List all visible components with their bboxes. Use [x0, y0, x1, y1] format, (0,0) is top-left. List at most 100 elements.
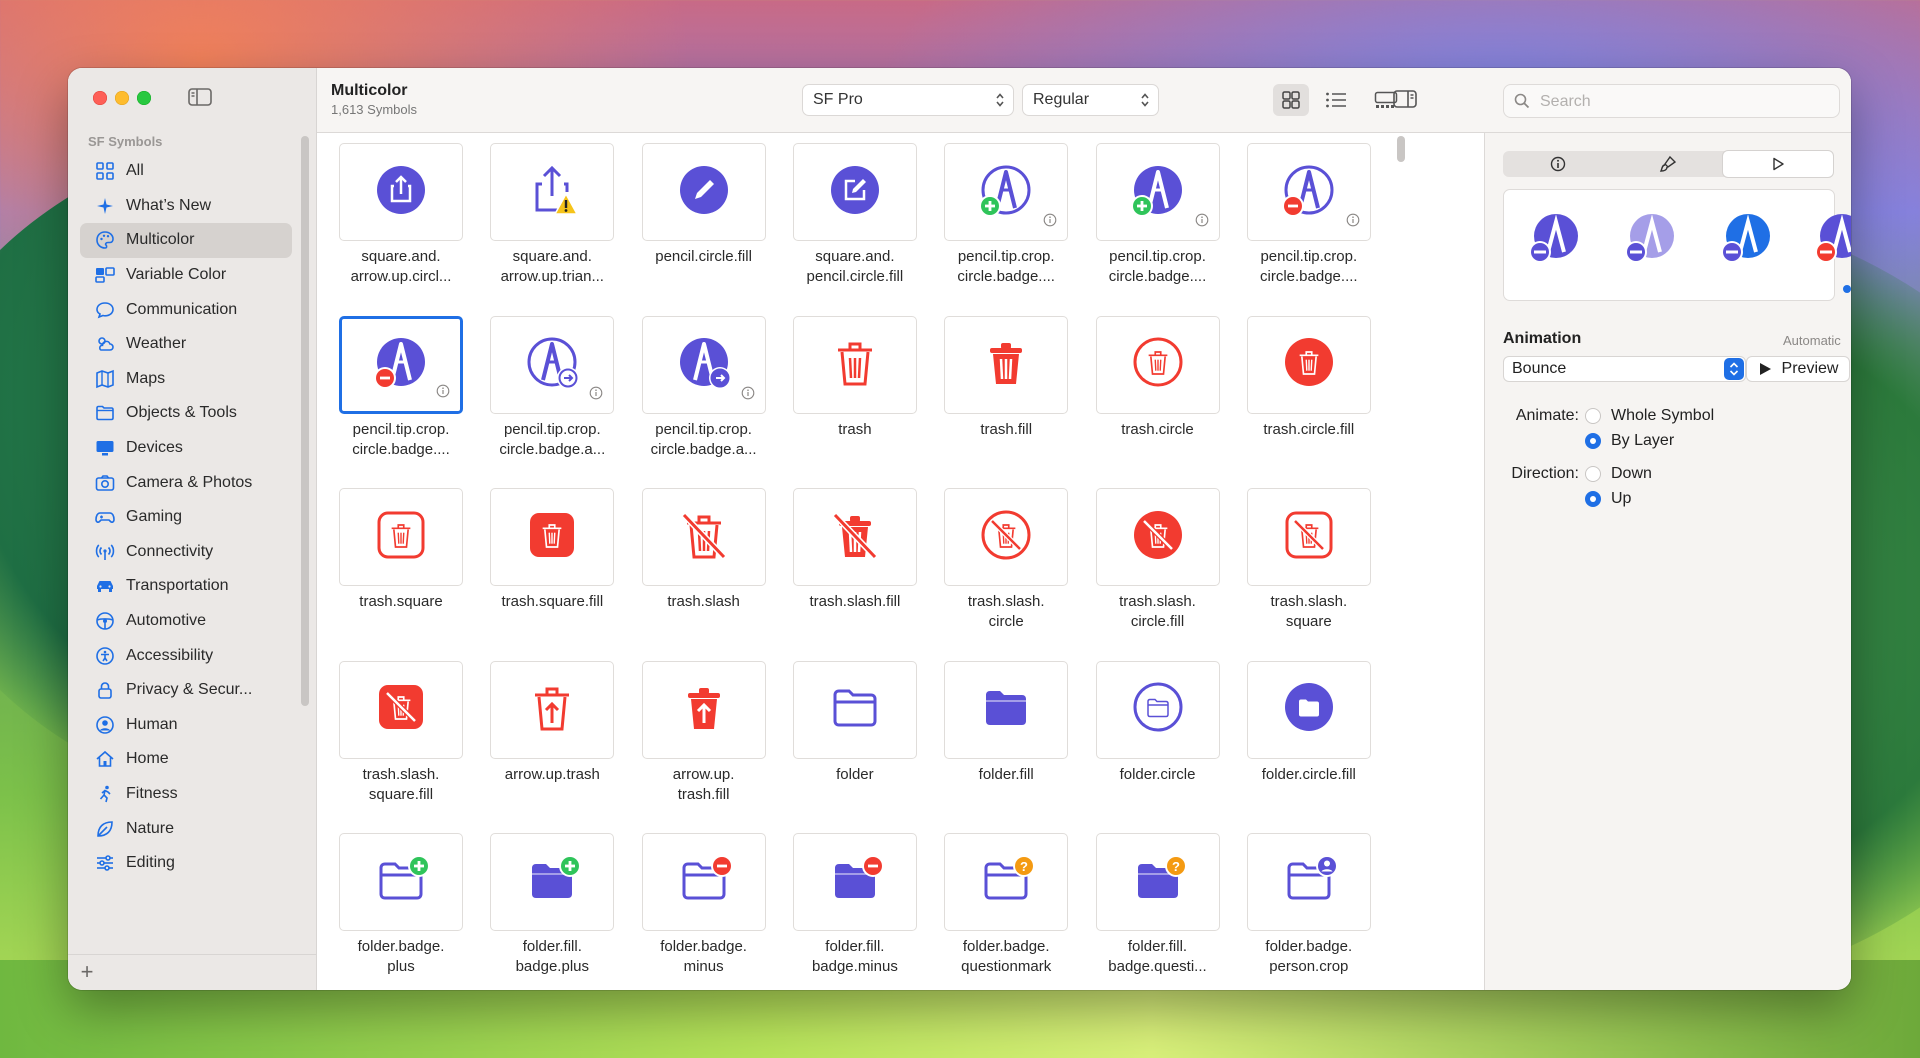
sidebar-item-communication[interactable]: Communication [80, 292, 292, 327]
symbol-tile[interactable] [792, 143, 917, 241]
sidebar-item-devices[interactable]: Devices [80, 431, 292, 466]
list-view-button[interactable] [1318, 84, 1354, 116]
info-icon[interactable] [589, 386, 603, 405]
symbol-tile[interactable] [792, 833, 917, 931]
animation-type-stepper[interactable] [1724, 358, 1744, 380]
symbol-cell[interactable]: trash.slash [641, 488, 766, 658]
symbol-tile[interactable] [641, 660, 766, 759]
tab-info[interactable] [1503, 151, 1613, 177]
symbol-cell[interactable]: folder.fill. badge.plus [490, 833, 615, 990]
symbol-cell[interactable]: pencil.tip.crop. circle.badge.a... [641, 315, 766, 486]
symbol-tile[interactable] [944, 660, 1069, 759]
symbol-cell[interactable]: trash.slash. circle [944, 488, 1069, 658]
symbol-tile[interactable] [1095, 488, 1220, 586]
direction-down-radio[interactable]: Down [1585, 465, 1652, 483]
sidebar-item-fitness[interactable]: Fitness [80, 777, 292, 812]
symbol-cell[interactable]: square.and. arrow.up.circl... [339, 143, 463, 313]
info-icon[interactable] [1346, 213, 1360, 232]
symbol-cell[interactable]: square.and. pencil.circle.fill [792, 143, 917, 313]
symbol-tile[interactable] [490, 833, 615, 931]
symbol-cell[interactable]: folder.badge. plus [339, 833, 463, 990]
symbol-cell[interactable]: trash.slash. circle.fill [1095, 488, 1220, 658]
tab-animation[interactable] [1723, 151, 1833, 177]
symbol-cell[interactable]: pencil.circle.fill [641, 143, 766, 313]
symbol-cell[interactable]: pencil.tip.crop. circle.badge.a... [490, 315, 615, 486]
symbol-tile[interactable] [1246, 833, 1371, 931]
symbol-tile[interactable] [339, 315, 463, 414]
symbol-cell[interactable]: pencil.tip.crop. circle.badge.... [1095, 143, 1220, 313]
symbol-tile[interactable] [641, 488, 766, 586]
search-input[interactable] [1538, 85, 1832, 119]
symbol-cell[interactable]: pencil.tip.crop. circle.badge.... [1246, 143, 1371, 313]
zoom-button[interactable] [137, 91, 151, 105]
symbol-tile[interactable] [641, 143, 766, 241]
symbol-cell[interactable]: ? folder.fill. badge.questi... [1095, 833, 1220, 990]
minimize-button[interactable] [115, 91, 129, 105]
sidebar-scrollbar[interactable] [301, 136, 309, 706]
symbol-cell[interactable]: folder [792, 660, 917, 831]
symbol-cell[interactable]: trash.square [339, 488, 463, 658]
symbol-cell[interactable]: pencil.tip.crop. circle.badge.... [339, 315, 463, 486]
font-weight-popup[interactable]: Regular [1022, 84, 1159, 116]
symbol-cell[interactable]: arrow.up. trash.fill [641, 660, 766, 831]
add-collection-button[interactable]: + [76, 961, 98, 983]
symbol-tile[interactable] [944, 488, 1069, 586]
symbol-cell[interactable]: square.and. arrow.up.trian... [490, 143, 615, 313]
sidebar-item-automotive[interactable]: Automotive [80, 604, 292, 639]
inspector-toggle-button[interactable] [1448, 84, 1484, 116]
animation-type-popup[interactable]: Bounce [1503, 356, 1746, 382]
sidebar-item-maps[interactable]: Maps [80, 362, 292, 397]
direction-up-radio[interactable]: Up [1585, 490, 1631, 508]
sidebar-item-editing[interactable]: Editing [80, 846, 292, 874]
inspector-toggle-icon[interactable] [1393, 90, 1417, 108]
symbol-tile[interactable] [339, 143, 463, 241]
animate-by-layer-radio[interactable]: By Layer [1585, 432, 1674, 450]
symbol-tile[interactable] [1246, 143, 1371, 241]
sidebar-item-nature[interactable]: Nature [80, 811, 292, 846]
symbol-tile[interactable] [1095, 143, 1220, 241]
animate-whole-symbol-radio[interactable]: Whole Symbol [1585, 407, 1714, 425]
sidebar-item-privacy-secur[interactable]: Privacy & Secur... [80, 673, 292, 708]
sidebar-item-accessibility[interactable]: Accessibility [80, 638, 292, 673]
symbol-cell[interactable]: folder.fill [944, 660, 1069, 831]
sidebar-item-camera-photos[interactable]: Camera & Photos [80, 465, 292, 500]
symbol-tile[interactable] [792, 315, 917, 414]
symbol-cell[interactable]: ? folder.badge. questionmark [944, 833, 1069, 990]
symbol-tile[interactable] [339, 660, 463, 759]
symbol-tile[interactable] [490, 660, 615, 759]
symbol-tile[interactable] [944, 143, 1069, 241]
symbol-tile[interactable] [490, 143, 615, 241]
symbol-cell[interactable]: trash.circle.fill [1246, 315, 1371, 486]
info-icon[interactable] [1043, 213, 1057, 232]
symbol-tile[interactable]: ? [944, 833, 1069, 931]
symbol-cell[interactable]: trash [792, 315, 917, 486]
sidebar-item-variable-color[interactable]: Variable Color [80, 258, 292, 293]
symbol-tile[interactable] [641, 315, 766, 414]
tab-rendering[interactable] [1613, 151, 1723, 177]
sidebar-toggle-icon[interactable] [188, 88, 212, 106]
sidebar-item-what-s-new[interactable]: What’s New [80, 189, 292, 224]
symbol-tile[interactable] [339, 833, 463, 931]
symbol-cell[interactable]: trash.slash. square.fill [339, 660, 463, 831]
symbol-cell[interactable]: folder.fill. badge.minus [792, 833, 917, 990]
info-icon[interactable] [741, 386, 755, 405]
symbol-tile[interactable] [490, 488, 615, 586]
grid-scrollbar[interactable] [1397, 136, 1405, 162]
symbol-cell[interactable]: trash.slash.fill [792, 488, 917, 658]
symbol-cell[interactable]: trash.circle [1095, 315, 1220, 486]
grid-view-button[interactable] [1273, 84, 1309, 116]
sidebar-item-all[interactable]: All [80, 154, 292, 189]
symbol-tile[interactable] [1246, 660, 1371, 759]
symbol-cell[interactable]: folder.badge. minus [641, 833, 766, 990]
symbol-cell[interactable]: trash.fill [944, 315, 1069, 486]
symbol-tile[interactable] [490, 315, 615, 414]
symbol-tile[interactable] [1095, 660, 1220, 759]
sidebar-item-gaming[interactable]: Gaming [80, 500, 292, 535]
symbol-tile[interactable] [1246, 315, 1371, 414]
sidebar-item-human[interactable]: Human [80, 708, 292, 743]
symbol-cell[interactable]: folder.circle.fill [1246, 660, 1371, 831]
symbol-tile[interactable] [339, 488, 463, 586]
sidebar-item-weather[interactable]: Weather [80, 327, 292, 362]
symbol-cell[interactable]: pencil.tip.crop. circle.badge.... [944, 143, 1069, 313]
symbol-cell[interactable]: trash.square.fill [490, 488, 615, 658]
